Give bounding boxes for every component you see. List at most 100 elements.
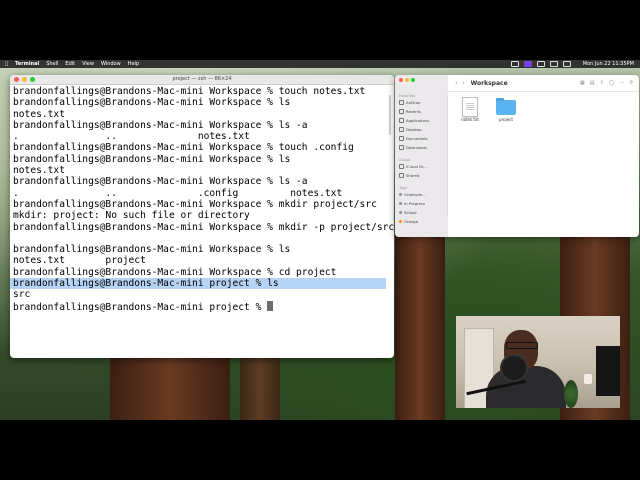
back-icon[interactable]: ‹ <box>455 79 458 87</box>
terminal-line: brandonfallings@Brandons-Mac-mini Worksp… <box>13 97 291 109</box>
tag-dot-icon <box>399 211 402 214</box>
text-cursor <box>267 300 274 311</box>
more-icon[interactable]: ⋯ <box>619 80 624 86</box>
letterbox-top <box>0 0 640 60</box>
tag-icon[interactable]: ◯ <box>609 80 615 86</box>
sidebar-tag[interactable]: Orange <box>399 219 418 224</box>
share-icon[interactable]: ⇧ <box>600 80 604 86</box>
sidebar-tag[interactable]: School <box>399 210 417 215</box>
terminal-output[interactable]: brandonfallings@Brandons-Mac-mini Worksp… <box>10 85 394 313</box>
window-controls <box>14 77 35 82</box>
terminal-window[interactable]: project — zsh — 86×24 brandonfallings@Br… <box>10 75 394 358</box>
terminal-line: mkdir: project: No such file or director… <box>13 210 250 222</box>
sidebar-item-recents[interactable]: Recents <box>399 109 421 114</box>
download-icon <box>399 145 404 150</box>
folder-icon <box>496 98 516 115</box>
screen-record-icon[interactable] <box>523 61 532 67</box>
file-item-project[interactable]: project <box>491 97 521 122</box>
terminal-line: brandonfallings@Brandons-Mac-mini Worksp… <box>13 198 377 210</box>
close-icon[interactable] <box>399 78 403 82</box>
sidebar-item-documents[interactable]: Documents <box>399 136 428 141</box>
desktop:  Terminal Shell Edit View Window Help M… <box>0 60 640 420</box>
terminal-line: brandonfallings@Brandons-Mac-mini Worksp… <box>13 244 291 256</box>
sidebar-item-applications[interactable]: Applications <box>399 118 429 123</box>
terminal-line: notes.txt <box>13 165 65 177</box>
forward-icon[interactable]: › <box>462 79 465 87</box>
terminal-titlebar[interactable]: project — zsh — 86×24 <box>10 75 394 85</box>
minimize-icon[interactable] <box>405 78 409 82</box>
terminal-line: notes.txt project <box>13 255 146 267</box>
wallpaper-trunk <box>395 235 445 420</box>
webcam-overlay <box>456 316 620 408</box>
shared-folder-icon <box>399 173 404 178</box>
sidebar-section-favorites: Favorites <box>399 94 416 98</box>
tag-dot-icon <box>399 220 402 223</box>
menu-edit[interactable]: Edit <box>65 61 75 67</box>
webcam-glasses <box>506 342 538 349</box>
webcam-plant <box>564 380 578 408</box>
webcam-monitor <box>596 346 620 396</box>
group-icon[interactable]: ▤ <box>590 80 595 86</box>
cloud-icon <box>399 164 404 169</box>
sidebar-item-airdrop[interactable]: AirDrop <box>399 100 420 105</box>
menu-window[interactable]: Window <box>101 61 121 67</box>
menu-view[interactable]: View <box>82 61 94 67</box>
terminal-line: brandonfallings@Brandons-Mac-mini Worksp… <box>13 86 366 97</box>
close-icon[interactable] <box>14 77 19 82</box>
microphone-icon <box>500 354 528 382</box>
webcam-lamp <box>584 374 592 384</box>
menu-bar:  Terminal Shell Edit View Window Help M… <box>0 60 640 68</box>
sidebar-item-shared[interactable]: Shared <box>399 173 419 178</box>
menu-shell[interactable]: Shell <box>46 61 58 67</box>
sidebar-item-desktop[interactable]: Desktop <box>399 127 422 132</box>
terminal-line: . .. .config notes.txt <box>13 187 343 199</box>
wifi-icon[interactable] <box>536 61 545 67</box>
finder-window[interactable]: Favorites AirDrop Recents Applications D… <box>395 75 639 237</box>
file-name: project <box>499 117 513 122</box>
sidebar-item-downloads[interactable]: Downloads <box>399 145 427 150</box>
terminal-line: brandonfallings@Brandons-Mac-mini Worksp… <box>13 119 308 131</box>
sidebar-tag[interactable]: In Progress <box>399 201 425 206</box>
battery-icon[interactable] <box>510 61 519 67</box>
terminal-line-selected: brandonfallings@Brandons-Mac-mini projec… <box>10 278 386 290</box>
clock-icon <box>399 109 404 114</box>
terminal-scrollbar[interactable] <box>389 95 391 135</box>
applications-icon <box>399 118 404 123</box>
search-icon[interactable]: ⚲ <box>629 80 633 86</box>
terminal-line: brandonfallings@Brandons-Mac-mini Worksp… <box>13 142 354 154</box>
sidebar-section-icloud: iCloud <box>399 158 411 162</box>
finder-divider <box>447 95 448 215</box>
zoom-icon[interactable] <box>411 78 415 82</box>
search-icon[interactable] <box>549 61 558 67</box>
sidebar-item-icloud-drive[interactable]: iCloud Dr... <box>399 164 427 169</box>
terminal-line: brandonfallings@Brandons-Mac-mini Worksp… <box>13 176 308 188</box>
clock[interactable]: Mon Jun 22 11:35PM <box>583 61 634 67</box>
terminal-title: project — zsh — 86×24 <box>172 76 232 82</box>
apple-icon[interactable]:  <box>5 61 8 67</box>
finder-sidebar: Favorites AirDrop Recents Applications D… <box>395 75 448 237</box>
menu-app-name[interactable]: Terminal <box>15 61 39 67</box>
airdrop-icon <box>399 100 404 105</box>
status-area: Mon Jun 22 11:35PM <box>510 61 640 67</box>
view-grid-icon[interactable]: ▦ <box>580 80 585 86</box>
menu-help[interactable]: Help <box>128 61 139 67</box>
terminal-prompt: brandonfallings@Brandons-Mac-mini projec… <box>13 301 268 313</box>
sidebar-tag[interactable]: Gratitude... <box>399 192 426 197</box>
file-name: notes.txt <box>461 117 479 122</box>
finder-tools: ▦ ▤ ⇧ ◯ ⋯ ⚲ <box>580 80 639 86</box>
desktop-icon <box>399 127 404 132</box>
terminal-line: notes.txt <box>13 108 65 120</box>
terminal-prompt-line[interactable]: brandonfallings@Brandons-Mac-mini projec… <box>13 300 394 313</box>
terminal-line: brandonfallings@Brandons-Mac-mini Worksp… <box>13 266 337 278</box>
tag-dot-icon <box>399 202 402 205</box>
terminal-line: brandonfallings@Brandons-Mac-mini Worksp… <box>13 221 394 233</box>
control-center-icon[interactable] <box>562 61 571 67</box>
finder-toolbar: ‹ › Workspace ▦ ▤ ⇧ ◯ ⋯ ⚲ <box>448 75 639 92</box>
window-controls <box>399 78 415 82</box>
file-item-notes[interactable]: notes.txt <box>455 97 485 122</box>
minimize-icon[interactable] <box>22 77 27 82</box>
tag-dot-icon <box>399 193 402 196</box>
document-icon <box>399 136 404 141</box>
zoom-icon[interactable] <box>30 77 35 82</box>
